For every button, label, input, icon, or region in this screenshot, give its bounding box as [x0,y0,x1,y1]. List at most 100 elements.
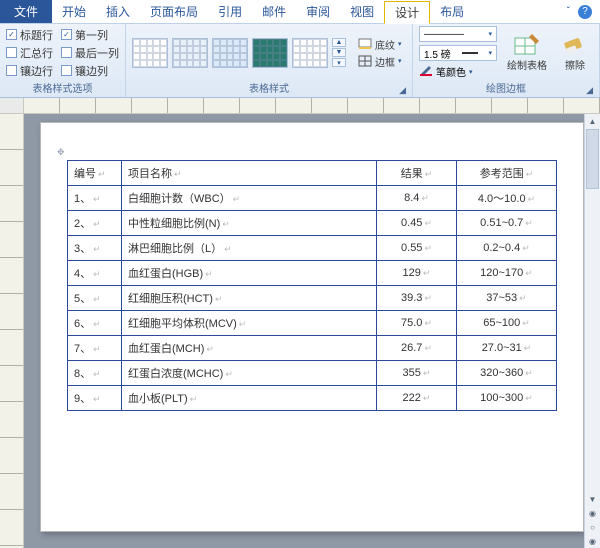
tab-引用[interactable]: 引用 [208,0,252,23]
cell-result: 75.0↵ [377,311,457,336]
table-style-3[interactable] [212,38,248,68]
group-launcher-icon[interactable]: ◢ [399,85,406,96]
table-row[interactable]: 9、↵血小板(PLT)↵222↵100~300↵ [68,386,557,411]
file-tab[interactable]: 文件 [0,0,52,23]
border-button[interactable]: 边框▾ [358,54,402,69]
cell-idx: 9、↵ [68,386,122,411]
checkbox-标题行[interactable]: ✓标题行 [6,27,53,43]
tab-插入[interactable]: 插入 [96,0,140,23]
table-row[interactable]: 1、↵白细胞计数（WBC）↵8.4↵4.0～10.0↵ [68,186,557,211]
line-style-select[interactable]: ————▾ [419,26,497,42]
cell-result: 26.7↵ [377,336,457,361]
checkbox-label: 最后一列 [75,45,119,61]
group-label-styles: 表格样式 ◢ [132,79,406,97]
tab-视图[interactable]: 视图 [340,0,384,23]
cell-name: 白细胞计数（WBC）↵ [122,186,377,211]
table-row[interactable]: 4、↵血红蛋白(HGB)↵129↵120~170↵ [68,261,557,286]
pen-color-button[interactable]: 笔颜色▾ [419,64,497,79]
checkbox-box-icon [6,65,17,76]
checkbox-box-icon: ✓ [61,29,72,40]
cell-ref: 120~170↵ [457,261,557,286]
table-style-4[interactable] [252,38,288,68]
page: ✥ 编号↵ 项目名称↵ 结果↵ 参考范围↵ 1、↵白细胞计数（WBC）↵8.4↵… [40,122,584,532]
checkbox-镶边行[interactable]: 镶边行 [6,63,53,79]
data-table[interactable]: 编号↵ 项目名称↵ 结果↵ 参考范围↵ 1、↵白细胞计数（WBC）↵8.4↵4.… [67,160,557,411]
checkbox-第一列[interactable]: ✓第一列 [61,27,119,43]
cell-ref: 320~360↵ [457,361,557,386]
table-row[interactable]: 6、↵红细胞平均体积(MCV)↵75.0↵65~100↵ [68,311,557,336]
table-row[interactable]: 8、↵红蛋白浓度(MCHC)↵355↵320~360↵ [68,361,557,386]
checkbox-box-icon [6,47,17,58]
checkbox-汇总行[interactable]: 汇总行 [6,45,53,61]
cell-idx: 8、↵ [68,361,122,386]
cell-result: 0.45↵ [377,211,457,236]
table-row[interactable]: 3、↵淋巴细胞比例（L）↵0.55↵0.2~0.4↵ [68,236,557,261]
table-style-1[interactable] [132,38,168,68]
header-ref: 参考范围↵ [457,161,557,186]
scroll-down-icon[interactable]: ▼ [585,492,600,506]
draw-table-button[interactable]: 绘制表格 [503,31,551,74]
cell-idx: 6、↵ [68,311,122,336]
cell-idx: 2、↵ [68,211,122,236]
checkbox-box-icon [61,65,72,76]
cell-idx: 4、↵ [68,261,122,286]
line-width-select[interactable]: 1.5 磅▾ [419,45,497,61]
checkbox-label: 镶边列 [75,63,108,79]
cell-name: 红蛋白浓度(MCHC)↵ [122,361,377,386]
cell-name: 红细胞平均体积(MCV)↵ [122,311,377,336]
vertical-scrollbar[interactable]: ▲ ▼ ◉ ○ ◉ [584,114,600,548]
group-label-options: 表格样式选项 [6,79,119,97]
cell-name: 血红蛋白(HGB)↵ [122,261,377,286]
tab-审阅[interactable]: 审阅 [296,0,340,23]
cell-name: 淋巴细胞比例（L）↵ [122,236,377,261]
erase-button[interactable]: 擦除 [557,31,593,74]
document-viewport[interactable]: ✥ 编号↵ 项目名称↵ 结果↵ 参考范围↵ 1、↵白细胞计数（WBC）↵8.4↵… [24,114,600,548]
gallery-up-icon[interactable]: ▲ [332,38,346,47]
group-launcher-icon-2[interactable]: ◢ [586,85,593,96]
scroll-thumb[interactable] [586,129,599,189]
tab-设计[interactable]: 设计 [384,1,430,24]
ribbon: ✓标题行 ✓第一列汇总行 最后一列镶边行 镶边列 表格样式选项 ▲ ▼ ▾ [0,24,600,98]
checkbox-最后一列[interactable]: 最后一列 [61,45,119,61]
cell-result: 8.4↵ [377,186,457,211]
tab-邮件[interactable]: 邮件 [252,0,296,23]
table-style-5[interactable] [292,38,328,68]
table-row[interactable]: 7、↵血红蛋白(MCH)↵26.7↵27.0~31↵ [68,336,557,361]
table-header-row: 编号↵ 项目名称↵ 结果↵ 参考范围↵ [68,161,557,186]
cell-idx: 7、↵ [68,336,122,361]
group-label-border: 绘图边框 ◢ [419,79,593,97]
table-row[interactable]: 5、↵红细胞压积(HCT)↵39.3↵37~53↵ [68,286,557,311]
vertical-ruler[interactable] [0,114,24,548]
cell-result: 355↵ [377,361,457,386]
horizontal-ruler[interactable] [0,98,600,114]
tab-布局[interactable]: 布局 [430,0,474,23]
header-name: 项目名称↵ [122,161,377,186]
cell-ref: 37~53↵ [457,286,557,311]
scroll-up-icon[interactable]: ▲ [585,114,600,128]
browse-object-icon[interactable]: ○ [585,520,600,534]
table-row[interactable]: 2、↵中性粒细胞比例(N)↵0.45↵0.51~0.7↵ [68,211,557,236]
table-anchor-icon[interactable]: ✥ [57,147,557,158]
table-style-2[interactable] [172,38,208,68]
draw-table-icon [513,33,541,57]
ribbon-minimize-icon[interactable]: ˇ [567,6,570,17]
help-icons: ˇ ? [567,5,600,19]
cell-ref: 0.51~0.7↵ [457,211,557,236]
tab-页面布局[interactable]: 页面布局 [140,0,208,23]
ribbon-tab-row: 文件 开始插入页面布局引用邮件审阅视图设计布局 ˇ ? [0,0,600,24]
cell-idx: 1、↵ [68,186,122,211]
gallery-more-icon[interactable]: ▾ [332,58,346,67]
tab-开始[interactable]: 开始 [52,0,96,23]
shading-button[interactable]: 底纹▾ [358,37,402,52]
cell-result: 39.3↵ [377,286,457,311]
checkbox-label: 镶边行 [20,63,53,79]
cell-name: 红细胞压积(HCT)↵ [122,286,377,311]
gallery-down-icon[interactable]: ▼ [332,48,346,57]
checkbox-镶边列[interactable]: 镶边列 [61,63,119,79]
header-idx: 编号↵ [68,161,122,186]
help-icon[interactable]: ? [578,5,592,19]
style-gallery: ▲ ▼ ▾ [132,38,346,68]
cell-name: 血小板(PLT)↵ [122,386,377,411]
next-page-icon[interactable]: ◉ [585,534,600,548]
prev-page-icon[interactable]: ◉ [585,506,600,520]
